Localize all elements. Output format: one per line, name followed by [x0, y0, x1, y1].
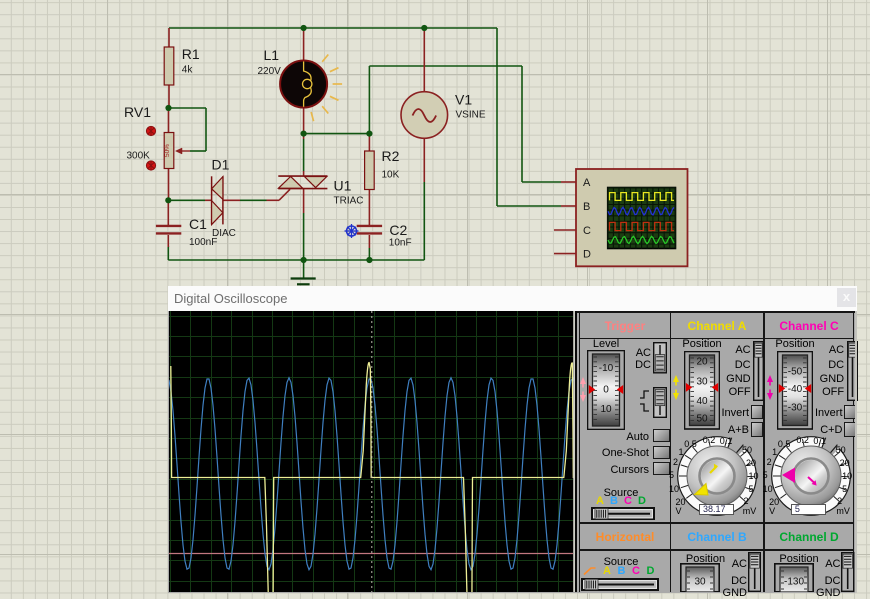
svg-text:R2: R2	[382, 148, 400, 164]
svg-text:VSINE: VSINE	[456, 110, 486, 121]
svg-text:220V: 220V	[258, 66, 282, 77]
svg-text:50%: 50%	[164, 144, 171, 157]
svg-text:B: B	[583, 201, 590, 213]
svg-text:100nF: 100nF	[189, 237, 217, 248]
svg-text:-10: -10	[599, 363, 614, 374]
svg-text:40: 40	[696, 396, 708, 407]
svg-text:300K: 300K	[127, 151, 151, 162]
svg-text:RV1: RV1	[124, 104, 151, 120]
svg-text:4k: 4k	[182, 65, 194, 76]
svg-text:C1: C1	[189, 216, 207, 232]
svg-text:30: 30	[696, 376, 708, 387]
svg-text:-50: -50	[788, 366, 803, 377]
svg-text:0: 0	[603, 385, 609, 396]
svg-text:D1: D1	[212, 157, 230, 173]
svg-text:-30: -30	[788, 402, 803, 413]
svg-text:10nF: 10nF	[389, 238, 412, 249]
svg-text:TRIAC: TRIAC	[334, 196, 364, 207]
svg-text:C: C	[583, 225, 591, 237]
svg-text:C2: C2	[389, 222, 407, 238]
svg-text:A: A	[583, 177, 591, 189]
svg-text:50: 50	[696, 413, 708, 424]
svg-text:20: 20	[696, 356, 708, 367]
svg-text:U1: U1	[334, 178, 352, 194]
svg-text:10K: 10K	[382, 170, 400, 181]
svg-text:L1: L1	[264, 47, 280, 63]
svg-text:R1: R1	[182, 46, 200, 62]
svg-text:30: 30	[695, 577, 707, 588]
svg-text:-40: -40	[788, 384, 803, 395]
svg-text:D: D	[583, 249, 591, 261]
svg-text:10: 10	[601, 404, 613, 415]
svg-text:V1: V1	[455, 92, 472, 108]
